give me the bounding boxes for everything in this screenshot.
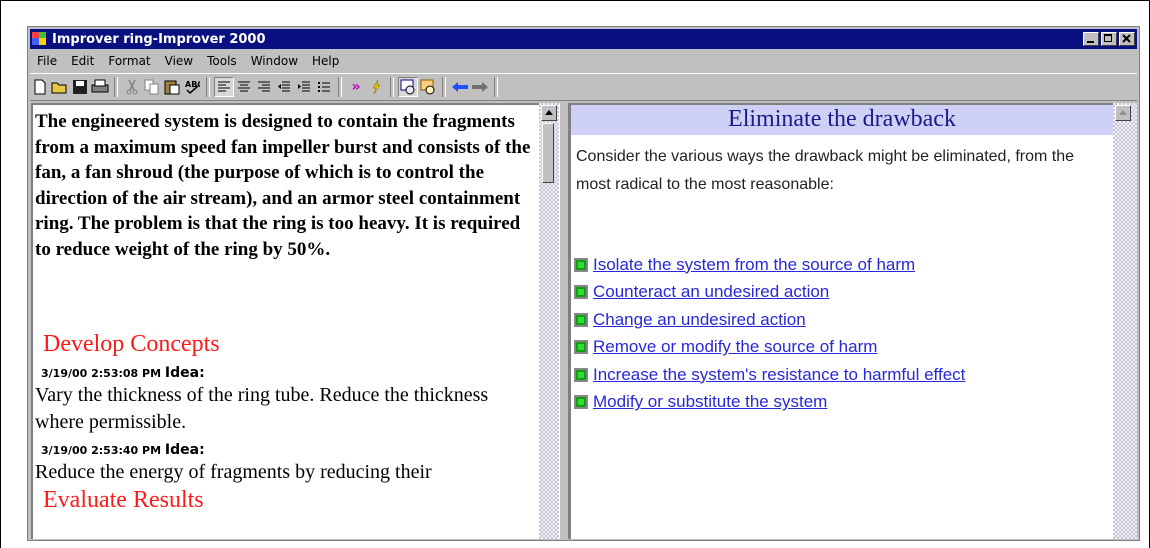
menu-format[interactable]: Format: [101, 54, 157, 68]
view-right-icon[interactable]: [418, 77, 438, 97]
menu-file[interactable]: File: [30, 54, 64, 68]
app-window: Improver ring-Improver 2000 File Edit Fo…: [27, 26, 1140, 541]
timestamp-value: 3/19/00 2:53:08 PM: [41, 367, 162, 380]
develop-concepts-heading: Develop Concepts: [43, 331, 220, 357]
guide-scrollbar[interactable]: [1113, 103, 1137, 539]
app-icon[interactable]: [32, 32, 48, 46]
bullets-icon[interactable]: [314, 77, 334, 97]
outdent-icon[interactable]: [274, 77, 294, 97]
evaluate-results-heading: Evaluate Results: [43, 487, 204, 513]
print-icon[interactable]: [90, 77, 110, 97]
back-arrow-icon[interactable]: [450, 77, 470, 97]
list-item[interactable]: Isolate the system from the source of ha…: [574, 251, 965, 279]
view-left-icon[interactable]: [398, 77, 418, 97]
drawback-link-list: Isolate the system from the source of ha…: [574, 251, 965, 416]
forward-icon[interactable]: »: [346, 77, 366, 97]
toolbar: ABC »: [30, 73, 1137, 101]
idea-text[interactable]: Vary the thickness of the ring tube. Red…: [35, 382, 535, 436]
idea-label: Idea:: [164, 442, 205, 458]
menu-window[interactable]: Window: [244, 54, 305, 68]
menu-tools[interactable]: Tools: [200, 54, 244, 68]
link-increase-resistance[interactable]: Increase the system's resistance to harm…: [593, 365, 965, 385]
scroll-thumb[interactable]: [542, 123, 554, 183]
problem-statement[interactable]: The engineered system is designed to con…: [35, 109, 535, 262]
toolbar-separator: [390, 77, 394, 97]
green-bullet-icon: [574, 367, 588, 382]
spellcheck-icon[interactable]: ABC: [182, 77, 202, 97]
list-item[interactable]: Modify or substitute the system: [574, 389, 965, 417]
save-icon[interactable]: [70, 77, 90, 97]
link-modify-system[interactable]: Modify or substitute the system: [593, 392, 827, 412]
toolbar-separator: [338, 77, 342, 97]
list-item[interactable]: Remove or modify the source of harm: [574, 334, 965, 362]
new-document-icon[interactable]: [30, 77, 50, 97]
title-bar[interactable]: Improver ring-Improver 2000: [30, 29, 1137, 49]
paste-icon[interactable]: [162, 77, 182, 97]
svg-text:ABC: ABC: [185, 80, 200, 89]
scroll-up-button[interactable]: [1115, 105, 1131, 121]
green-bullet-icon: [574, 340, 588, 355]
guide-title: Eliminate the drawback: [728, 106, 956, 132]
window-title: Improver ring-Improver 2000: [52, 31, 266, 47]
page-border-left: [0, 0, 1, 548]
close-button[interactable]: [1119, 32, 1135, 46]
minimize-button[interactable]: [1083, 32, 1099, 46]
link-remove-source[interactable]: Remove or modify the source of harm: [593, 337, 877, 357]
list-item[interactable]: Change an undesired action: [574, 306, 965, 334]
idea-label: Idea:: [164, 365, 205, 381]
pane-splitter[interactable]: [559, 103, 569, 539]
green-bullet-icon: [574, 285, 588, 300]
notes-scrollbar[interactable]: [539, 103, 559, 539]
menu-help[interactable]: Help: [305, 54, 346, 68]
list-item[interactable]: Increase the system's resistance to harm…: [574, 361, 965, 389]
forward-arrow-icon[interactable]: [470, 77, 490, 97]
guide-header: Eliminate the drawback: [571, 105, 1113, 135]
notes-pane[interactable]: The engineered system is designed to con…: [31, 103, 539, 539]
menu-bar: File Edit Format View Tools Window Help: [30, 51, 1137, 71]
guide-intro: Consider the various ways the drawback m…: [576, 148, 1075, 193]
idea-text[interactable]: Reduce the energy of fragments by reduci…: [35, 459, 535, 486]
indent-icon[interactable]: [294, 77, 314, 97]
timestamp-value: 3/19/00 2:53:40 PM: [41, 444, 162, 457]
open-folder-icon[interactable]: [50, 77, 70, 97]
maximize-button[interactable]: [1101, 32, 1117, 46]
idea-timestamp: 3/19/00 2:53:08 PM Idea:: [41, 365, 205, 381]
align-center-icon[interactable]: [234, 77, 254, 97]
toolbar-separator: [206, 77, 210, 97]
toolbar-separator: [114, 77, 118, 97]
align-right-icon[interactable]: [254, 77, 274, 97]
idea-timestamp: 3/19/00 2:53:40 PM Idea:: [41, 442, 205, 458]
guide-pane: Eliminate the drawback Consider the vari…: [569, 103, 1113, 539]
link-counteract-action[interactable]: Counteract an undesired action: [593, 282, 829, 302]
copy-icon[interactable]: [142, 77, 162, 97]
list-item[interactable]: Counteract an undesired action: [574, 279, 965, 307]
cut-icon[interactable]: [122, 77, 142, 97]
green-bullet-icon: [574, 312, 588, 327]
page-border-top: [0, 0, 1150, 1]
green-bullet-icon: [574, 395, 588, 410]
toolbar-separator: [442, 77, 446, 97]
scroll-up-button[interactable]: [541, 105, 557, 121]
menu-view[interactable]: View: [158, 54, 200, 68]
link-change-action[interactable]: Change an undesired action: [593, 310, 806, 330]
green-bullet-icon: [574, 257, 588, 272]
menu-edit[interactable]: Edit: [64, 54, 101, 68]
link-isolate-system[interactable]: Isolate the system from the source of ha…: [593, 255, 915, 275]
align-left-icon[interactable]: [214, 77, 234, 97]
toolbar-separator: [494, 77, 498, 97]
lightning-icon[interactable]: [366, 77, 386, 97]
